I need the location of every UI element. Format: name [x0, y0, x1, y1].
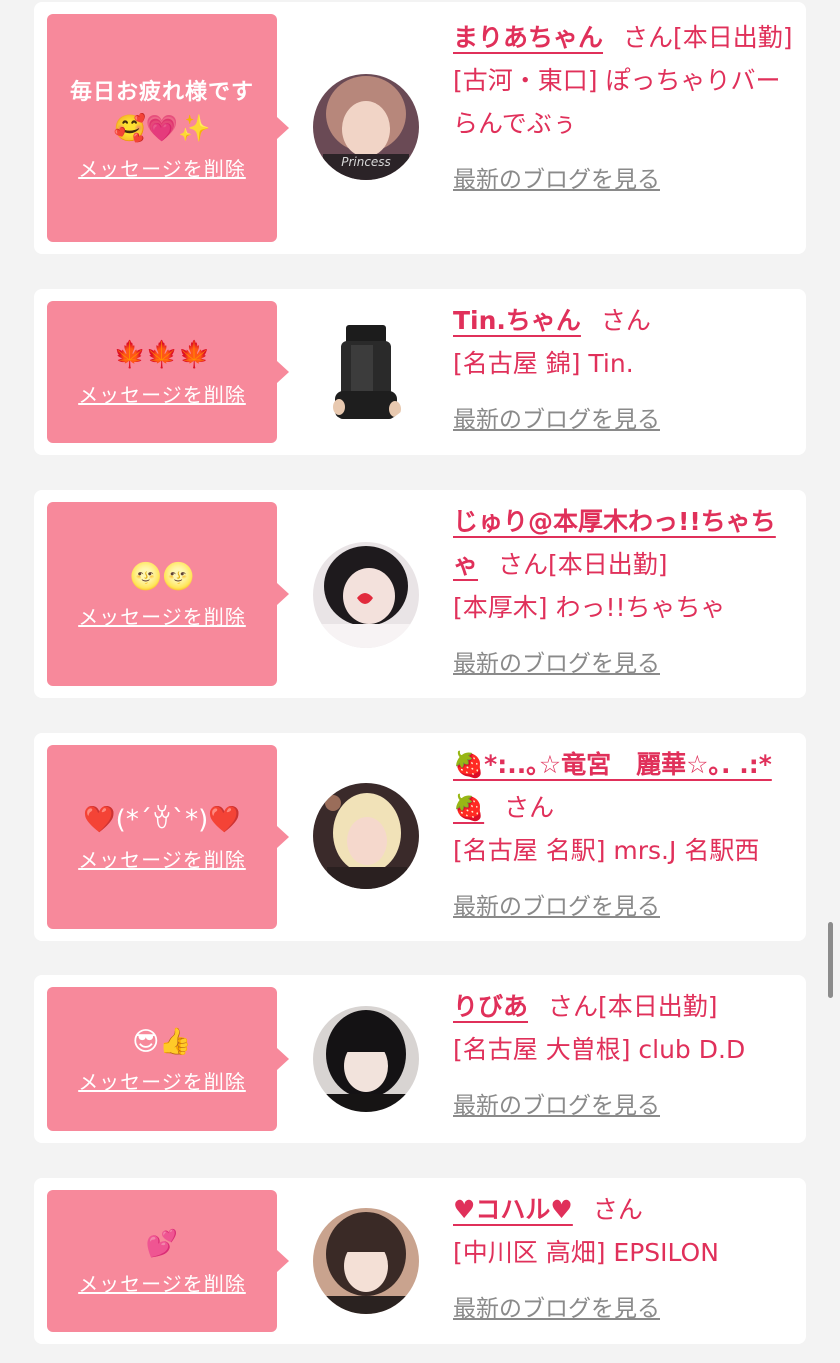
cast-suffix: さん[本日出勤] [498, 550, 668, 579]
cast-suffix: さん [600, 306, 651, 335]
avatar[interactable]: Princess [313, 74, 419, 180]
message-card: 🍁🍁🍁 メッセージを削除 Tin.ちゃん さん [名古屋 錦] Tin. 最新のブ… [34, 289, 806, 455]
shop-name: [古河・東口] ぽっちゃりバー らんでぶぅ [453, 66, 781, 138]
cast-info: 🍓*:..｡☆竜宮 麗華☆｡. .:*🍓 さん [名古屋 名駅] mrs.J 名駅… [453, 743, 793, 929]
cast-name-link[interactable]: Tin.ちゃん [453, 306, 581, 335]
message-card: 毎日お疲れ様です 🥰💗✨ メッセージを削除 Princess まりあちゃん さん[… [34, 2, 806, 254]
message-emoji: 😎👍 [132, 1026, 192, 1057]
cast-name-link[interactable]: 🍓*:..｡☆竜宮 麗華☆｡. .:*🍓 [453, 750, 772, 822]
shop-name: [本厚木] わっ!!ちゃちゃ [453, 593, 726, 622]
delete-message-link[interactable]: メッセージを削除 [78, 379, 246, 408]
message-bubble: 毎日お疲れ様です 🥰💗✨ メッセージを削除 [47, 14, 289, 242]
message-bubble: ❤️(*´ꈊ`*)❤️ メッセージを削除 [47, 745, 289, 929]
message-text: 毎日お疲れ様です [69, 79, 254, 105]
cast-name-link[interactable]: ♥コハル♥ [453, 1195, 573, 1224]
message-card: ❤️(*´ꈊ`*)❤️ メッセージを削除 🍓*:..｡☆竜宮 麗華☆｡. .:*… [34, 733, 806, 941]
message-emoji: 💕 [145, 1228, 179, 1259]
shop-name: [名古屋 錦] Tin. [453, 349, 634, 378]
cast-name-link[interactable]: りびあ [453, 992, 528, 1021]
cast-suffix: さん[本日出勤] [548, 992, 718, 1021]
blog-link[interactable]: 最新のブログを見る [453, 399, 660, 442]
cast-info: ♥コハル♥ さん [中川区 高畑] EPSILON 最新のブログを見る [453, 1188, 793, 1331]
shop-name: [中川区 高畑] EPSILON [453, 1238, 719, 1267]
message-bubble: 🍁🍁🍁 メッセージを削除 [47, 301, 289, 443]
message-bubble: 😎👍 メッセージを削除 [47, 987, 289, 1131]
blog-link[interactable]: 最新のブログを見る [453, 1085, 660, 1128]
message-emoji: ❤️(*´ꈊ`*)❤️ [83, 804, 241, 835]
message-emoji: 🥰💗✨ [113, 113, 211, 144]
message-card: 😎👍 メッセージを削除 りびあ さん[本日出勤] [名古屋 大曽根] club D… [34, 975, 806, 1143]
message-emoji: 🌝🌝 [129, 561, 195, 592]
svg-text:Princess: Princess [341, 155, 391, 169]
avatar[interactable] [313, 783, 419, 889]
message-card: 🌝🌝 メッセージを削除 じゅり@本厚木わっ!!ちゃちゃ さん[本日出勤] [本厚木… [34, 490, 806, 698]
shop-name: [名古屋 名駅] mrs.J 名駅西 [453, 836, 760, 865]
cast-info: Tin.ちゃん さん [名古屋 錦] Tin. 最新のブログを見る [453, 299, 793, 442]
avatar[interactable] [313, 1208, 419, 1314]
message-bubble: 💕 メッセージを削除 [47, 1190, 289, 1332]
shop-name: [名古屋 大曽根] club D.D [453, 1035, 746, 1064]
message-emoji: 🍁🍁🍁 [113, 339, 211, 370]
cast-suffix: さん [592, 1195, 643, 1224]
cast-name-link[interactable]: まりあちゃん [453, 23, 603, 52]
delete-message-link[interactable]: メッセージを削除 [78, 1268, 246, 1297]
delete-message-link[interactable]: メッセージを削除 [78, 153, 246, 182]
delete-message-link[interactable]: メッセージを削除 [78, 601, 246, 630]
cast-suffix: さん [504, 793, 555, 822]
blog-link[interactable]: 最新のブログを見る [453, 159, 660, 202]
avatar[interactable] [313, 542, 419, 648]
cast-info: じゅり@本厚木わっ!!ちゃちゃ さん[本日出勤] [本厚木] わっ!!ちゃちゃ 最… [453, 500, 793, 686]
blog-link[interactable]: 最新のブログを見る [453, 643, 660, 686]
message-bubble: 🌝🌝 メッセージを削除 [47, 502, 289, 686]
cast-info: まりあちゃん さん[本日出勤] [古河・東口] ぽっちゃりバー らんでぶぅ 最新の… [453, 16, 793, 202]
cast-info: りびあ さん[本日出勤] [名古屋 大曽根] club D.D 最新のブログを見る [453, 985, 793, 1128]
blog-link[interactable]: 最新のブログを見る [453, 1288, 660, 1331]
cast-suffix: さん[本日出勤] [623, 23, 793, 52]
delete-message-link[interactable]: メッセージを削除 [78, 844, 246, 873]
avatar[interactable] [313, 319, 419, 425]
scrollbar[interactable] [828, 922, 833, 998]
delete-message-link[interactable]: メッセージを削除 [78, 1066, 246, 1095]
avatar[interactable] [313, 1006, 419, 1112]
blog-link[interactable]: 最新のブログを見る [453, 886, 660, 929]
message-card: 💕 メッセージを削除 ♥コハル♥ さん [中川区 高畑] EPSILON 最新のブ… [34, 1178, 806, 1344]
